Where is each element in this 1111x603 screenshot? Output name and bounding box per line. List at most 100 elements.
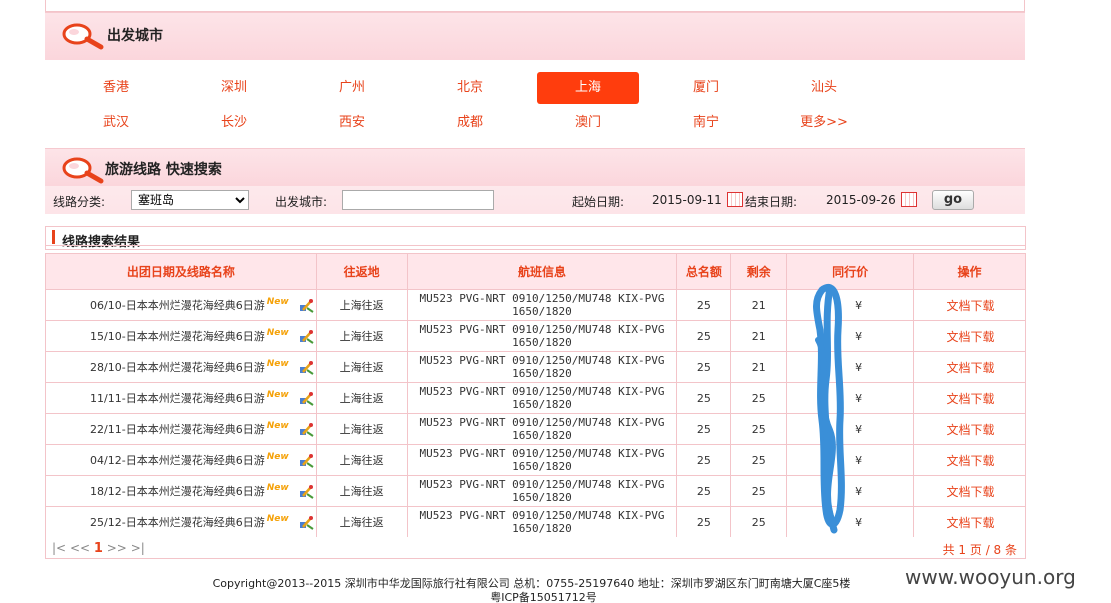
tour-name[interactable]: 15/10-日本本州烂漫花海经典6日游 (90, 330, 265, 343)
tour-name[interactable]: 04/12-日本本州烂漫花海经典6日游 (90, 454, 265, 467)
edit-tools-icon[interactable] (299, 391, 314, 406)
results-table: 出团日期及线路名称 往返地 航班信息 总名额 剩余 同行价 操作 06/10-日… (45, 253, 1026, 538)
tour-name-cell[interactable]: 04/12-日本本州烂漫花海经典6日游 New (45, 444, 317, 476)
tour-name[interactable]: 06/10-日本本州烂漫花海经典6日游 (90, 299, 265, 312)
flight-line-2: 1650/1820 (512, 336, 572, 349)
city-grid: 香港 深圳 广州 北京 上海 厦门 汕头武汉 长沙 西安 成都 澳门 南宁 更多>> (45, 64, 1025, 148)
city-link[interactable]: 南宁 (655, 107, 757, 139)
tour-name-cell[interactable]: 28/10-日本本州烂漫花海经典6日游 New (45, 351, 317, 383)
op-cell: 文档下载 (913, 506, 1026, 538)
new-badge: New (266, 328, 289, 338)
start-date-label: 起始日期: (572, 195, 625, 209)
watermark-text: www.wooyun.org (905, 565, 1076, 589)
document-download-link[interactable]: 文档下载 (947, 516, 995, 530)
flight-line-2: 1650/1820 (512, 460, 572, 473)
flight-line-2: 1650/1820 (512, 491, 572, 504)
city-label: 出发城市: (275, 195, 328, 209)
edit-tools-icon[interactable] (299, 329, 314, 344)
category-select[interactable]: 塞班岛 (131, 190, 249, 210)
col-header-route[interactable]: 往返地 (315, 253, 408, 290)
edit-tools-icon[interactable] (299, 298, 314, 313)
tour-name-cell[interactable]: 25/12-日本本州烂漫花海经典6日游 New (45, 506, 317, 538)
col-header-total[interactable]: 总名额 (676, 253, 732, 290)
edit-tools-icon[interactable] (299, 360, 314, 375)
city-link[interactable]: 北京 (419, 72, 521, 104)
city-link[interactable]: 香港 (65, 72, 167, 104)
departure-title: 出发城市 (107, 28, 163, 44)
calendar-icon[interactable] (727, 192, 743, 207)
city-link[interactable]: 广州 (301, 72, 403, 104)
route-cell: 上海往返 (315, 382, 408, 414)
op-cell: 文档下载 (913, 475, 1026, 507)
go-button[interactable]: go (932, 190, 974, 210)
total-seats-cell: 25 (676, 320, 732, 352)
city-link[interactable]: 澳门 (537, 107, 639, 139)
pager-first-link[interactable]: |< (52, 541, 66, 555)
document-download-link[interactable]: 文档下载 (947, 423, 995, 437)
tour-name[interactable]: 22/11-日本本州烂漫花海经典6日游 (90, 423, 265, 436)
tour-name[interactable]: 18/12-日本本州烂漫花海经典6日游 (90, 485, 265, 498)
price-cell: ¥ (786, 444, 915, 476)
document-download-link[interactable]: 文档下载 (947, 330, 995, 344)
city-link[interactable]: 汕头 (773, 72, 875, 104)
document-download-link[interactable]: 文档下载 (947, 485, 995, 499)
city-link[interactable]: 成都 (419, 107, 521, 139)
tour-name-cell[interactable]: 22/11-日本本州烂漫花海经典6日游 New (45, 413, 317, 445)
city-link[interactable]: 深圳 (183, 72, 285, 104)
tour-name[interactable]: 11/11-日本本州烂漫花海经典6日游 (90, 392, 265, 405)
pager-next-link[interactable]: >> (107, 541, 127, 555)
op-cell: 文档下载 (913, 413, 1026, 445)
tour-name[interactable]: 25/12-日本本州烂漫花海经典6日游 (90, 516, 265, 529)
magnifier-icon (62, 23, 104, 50)
city-input[interactable] (342, 190, 494, 210)
tour-name[interactable]: 28/10-日本本州烂漫花海经典6日游 (90, 361, 265, 374)
flight-cell: MU523 PVG-NRT 0910/1250/MU748 KIX-PVG 165… (406, 351, 678, 383)
new-badge: New (266, 390, 289, 400)
route-cell: 上海往返 (315, 320, 408, 352)
edit-tools-icon[interactable] (299, 515, 314, 530)
tour-name-cell[interactable]: 06/10-日本本州烂漫花海经典6日游 New (45, 289, 317, 321)
city-link[interactable]: 更多>> (773, 107, 875, 139)
document-download-link[interactable]: 文档下载 (947, 392, 995, 406)
edit-tools-icon[interactable] (299, 422, 314, 437)
tour-name-cell[interactable]: 11/11-日本本州烂漫花海经典6日游 New (45, 382, 317, 414)
col-header-flight[interactable]: 航班信息 (406, 253, 678, 290)
pager-last-link[interactable]: >| (131, 541, 145, 555)
document-download-link[interactable]: 文档下载 (947, 361, 995, 375)
tour-name-cell[interactable]: 18/12-日本本州烂漫花海经典6日游 New (45, 475, 317, 507)
city-selected[interactable]: 上海 (537, 72, 639, 104)
city-link[interactable]: 长沙 (183, 107, 285, 139)
flight-line-1: MU523 PVG-NRT 0910/1250/MU748 KIX-PVG (419, 354, 665, 367)
flight-line-1: MU523 PVG-NRT 0910/1250/MU748 KIX-PVG (419, 416, 665, 429)
pager-prev-link[interactable]: << (70, 541, 90, 555)
col-header-name[interactable]: 出团日期及线路名称 (45, 253, 317, 290)
op-cell: 文档下载 (913, 320, 1026, 352)
flight-line-2: 1650/1820 (512, 367, 572, 380)
table-row: 11/11-日本本州烂漫花海经典6日游 New 上海往返 MU523 PVG-NRT … (45, 382, 1026, 414)
city-link[interactable]: 西安 (301, 107, 403, 139)
op-cell: 文档下载 (913, 382, 1026, 414)
col-header-left[interactable]: 剩余 (730, 253, 788, 290)
search-title: 旅游线路 快速搜索 (105, 162, 222, 178)
total-seats-cell: 25 (676, 289, 732, 321)
edit-tools-icon[interactable] (299, 484, 314, 499)
col-header-op[interactable]: 操作 (913, 253, 1026, 290)
new-badge: New (266, 359, 289, 369)
flight-line-2: 1650/1820 (512, 305, 572, 318)
flight-cell: MU523 PVG-NRT 0910/1250/MU748 KIX-PVG 165… (406, 289, 678, 321)
tour-name-cell[interactable]: 15/10-日本本州烂漫花海经典6日游 New (45, 320, 317, 352)
route-cell: 上海往返 (315, 289, 408, 321)
city-link[interactable]: 武汉 (65, 107, 167, 139)
start-date-value[interactable]: 2015-09-11 (652, 193, 722, 207)
price-cell: ¥ (786, 382, 915, 414)
col-header-price[interactable]: 同行价 (786, 253, 915, 290)
price-cell: ¥ (786, 475, 915, 507)
end-date-value[interactable]: 2015-09-26 (826, 193, 896, 207)
city-link[interactable]: 厦门 (655, 72, 757, 104)
calendar-icon[interactable] (901, 192, 917, 207)
edit-tools-icon[interactable] (299, 453, 314, 468)
route-cell: 上海往返 (315, 351, 408, 383)
document-download-link[interactable]: 文档下载 (947, 299, 995, 313)
document-download-link[interactable]: 文档下载 (947, 454, 995, 468)
new-badge: New (266, 514, 289, 524)
